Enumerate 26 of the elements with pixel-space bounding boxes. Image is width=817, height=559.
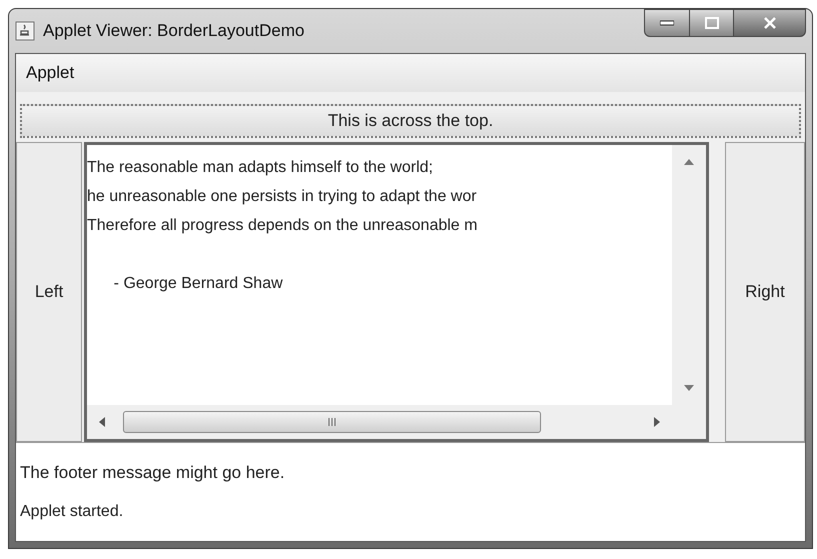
horizontal-scrollbar[interactable] [87, 405, 672, 439]
text-line: The reasonable man adapts himself to the world; [87, 158, 434, 178]
scrollbar-thumb[interactable] [123, 411, 541, 433]
status-text: Applet started. [20, 502, 124, 522]
scroll-right-icon [654, 417, 660, 427]
minimize-button[interactable] [644, 9, 690, 37]
scroll-down-icon [684, 385, 694, 391]
scroll-up-icon [684, 159, 694, 165]
close-icon [762, 17, 776, 29]
text-line: he unreasonable one persists in trying to adapt the wor [87, 187, 478, 207]
close-button[interactable] [734, 9, 806, 37]
text-area[interactable]: The reasonable man adapts himself to the world; he unreasonable one persists in trying to adapt the wor Therefore all progress depends on the unreasonable m - George Bernard Shaw [84, 142, 709, 442]
window-title: Applet Viewer: BorderLayoutDemo [43, 20, 304, 42]
left-button[interactable]: Left [16, 142, 82, 442]
top-button[interactable]: This is across the top. [20, 104, 801, 138]
scroll-left-icon [99, 417, 105, 427]
grip-icon [327, 418, 337, 426]
text-line: Therefore all progress depends on the unreasonable m [87, 216, 478, 236]
menu-item[interactable]: Applet [26, 60, 74, 86]
vertical-scrollbar[interactable] [672, 145, 706, 405]
maximize-icon [704, 17, 718, 29]
minimize-icon [660, 20, 674, 26]
footer-message: The footer message might go here. [20, 462, 286, 484]
text-line: - George Bernard Shaw [112, 274, 284, 294]
maximize-button[interactable] [690, 9, 734, 37]
right-button[interactable]: Right [725, 142, 805, 442]
